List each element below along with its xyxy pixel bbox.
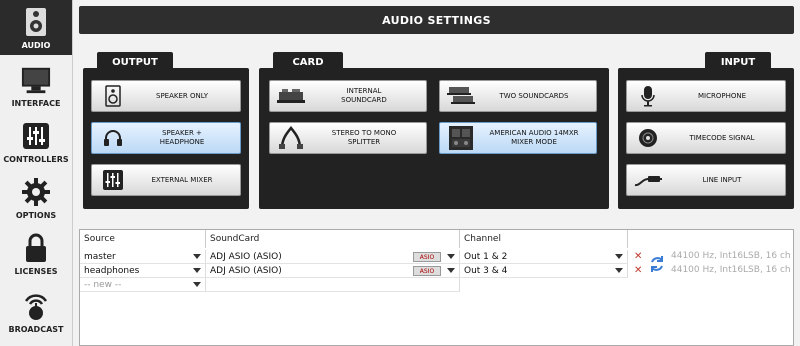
chevron-down-icon bbox=[615, 254, 623, 259]
cable-icon bbox=[633, 168, 663, 192]
microphone-button[interactable]: MICROPHONE bbox=[626, 80, 786, 112]
chevron-down-icon bbox=[615, 268, 623, 273]
button-label: SPEAKER ONLY bbox=[156, 91, 208, 100]
internal-soundcard-button[interactable]: INTERNAL SOUNDCARD bbox=[269, 80, 427, 112]
delete-row-icon[interactable]: ✕ bbox=[634, 265, 642, 276]
timecode-signal-button[interactable]: TIMECODE SIGNAL bbox=[626, 122, 786, 154]
main-content: AUDIO SETTINGS OUTPUT SPEAKER ONLY SPEAK… bbox=[72, 0, 800, 346]
mixer-icon bbox=[98, 168, 128, 192]
button-label: TWO SOUNDCARDS bbox=[499, 91, 569, 100]
sidebar-item-label: AUDIO bbox=[21, 41, 51, 50]
american-audio-14mxr-button[interactable]: AMERICAN AUDIO 14MXR MIXER MODE bbox=[439, 122, 597, 154]
asio-badge: ASIO bbox=[413, 266, 441, 276]
speaker-icon bbox=[21, 6, 51, 38]
mixer-icon bbox=[21, 120, 51, 152]
sidebar-item-label: INTERFACE bbox=[11, 99, 61, 108]
new-source-value: -- new -- bbox=[84, 280, 122, 290]
speaker-headphone-button[interactable]: SPEAKER + HEADPHONE bbox=[91, 122, 241, 154]
page-title: AUDIO SETTINGS bbox=[79, 6, 794, 34]
button-label: AMERICAN AUDIO 14MXR MIXER MODE bbox=[489, 129, 579, 146]
chevron-down-icon bbox=[193, 268, 201, 273]
chevron-down-icon bbox=[447, 254, 455, 259]
external-mixer-button[interactable]: EXTERNAL MIXER bbox=[91, 164, 241, 196]
device-format-info: 44100 Hz, Int16LSB, 16 ch bbox=[671, 251, 791, 261]
button-label: MICROPHONE bbox=[697, 91, 747, 100]
delete-row-icon[interactable]: ✕ bbox=[634, 251, 642, 262]
device-format-info: 44100 Hz, Int16LSB, 16 ch bbox=[671, 265, 791, 275]
column-header-source: Source bbox=[80, 230, 206, 248]
soundcard-value: ADJ ASIO (ASIO) bbox=[210, 266, 282, 276]
chevron-down-icon bbox=[193, 282, 201, 287]
splitter-cable-icon bbox=[276, 126, 306, 150]
sidebar-item-audio[interactable]: AUDIO bbox=[0, 0, 72, 55]
two-soundcards-icon bbox=[446, 84, 476, 108]
chevron-down-icon bbox=[193, 254, 201, 259]
sidebar-item-broadcast[interactable]: BROADCAST bbox=[0, 284, 72, 339]
sidebar-item-controllers[interactable]: CONTROLLERS bbox=[0, 114, 72, 169]
monitor-icon bbox=[21, 64, 51, 96]
button-label: STEREO TO MONO SPLITTER bbox=[331, 129, 397, 146]
channel-select[interactable]: Out 1 & 2 bbox=[460, 250, 628, 264]
channel-value: Out 3 & 4 bbox=[464, 266, 508, 276]
sidebar-item-licenses[interactable]: LICENSES bbox=[0, 226, 72, 281]
sidebar-item-label: CONTROLLERS bbox=[3, 155, 69, 164]
mixer-device-icon bbox=[446, 126, 476, 150]
source-value: headphones bbox=[84, 266, 140, 276]
empty-cell bbox=[206, 278, 460, 292]
soundcard-icon bbox=[276, 84, 306, 108]
column-header-channel: Channel bbox=[460, 230, 628, 248]
soundcard-value: ADJ ASIO (ASIO) bbox=[210, 252, 282, 262]
gear-icon bbox=[21, 176, 51, 208]
sidebar-item-label: OPTIONS bbox=[15, 211, 57, 220]
channel-select[interactable]: Out 3 & 4 bbox=[460, 264, 628, 278]
output-panel: SPEAKER ONLY SPEAKER + HEADPHONE EXTERNA… bbox=[83, 68, 249, 209]
speaker-only-button[interactable]: SPEAKER ONLY bbox=[91, 80, 241, 112]
table-header: Source SoundCard Channel bbox=[80, 230, 793, 248]
stereo-to-mono-splitter-button[interactable]: STEREO TO MONO SPLITTER bbox=[269, 122, 427, 154]
source-select[interactable]: master bbox=[80, 250, 206, 264]
microphone-icon bbox=[633, 84, 663, 108]
chevron-down-icon bbox=[447, 268, 455, 273]
button-label: TIMECODE SIGNAL bbox=[689, 133, 755, 142]
source-value: master bbox=[84, 252, 116, 262]
lock-icon bbox=[21, 232, 51, 264]
sidebar-item-label: BROADCAST bbox=[8, 325, 64, 334]
button-label: EXTERNAL MIXER bbox=[151, 175, 213, 184]
button-label: SPEAKER + HEADPHONE bbox=[159, 129, 205, 146]
new-source-select[interactable]: -- new -- bbox=[80, 278, 206, 292]
device-routing-table: Source SoundCard Channel master ADJ ASIO… bbox=[79, 229, 794, 346]
asio-badge: ASIO bbox=[413, 252, 441, 262]
line-input-button[interactable]: LINE INPUT bbox=[626, 164, 786, 196]
refresh-icon[interactable] bbox=[649, 254, 665, 278]
channel-value: Out 1 & 2 bbox=[464, 252, 508, 262]
input-panel: MICROPHONE TIMECODE SIGNAL LINE INPUT bbox=[618, 68, 794, 209]
headphone-icon bbox=[98, 126, 128, 150]
button-label: LINE INPUT bbox=[702, 175, 742, 184]
source-select[interactable]: headphones bbox=[80, 264, 206, 278]
table-row: headphones ADJ ASIO (ASIO) ASIO Out 3 & … bbox=[80, 264, 793, 278]
soundcard-select[interactable]: ADJ ASIO (ASIO) ASIO bbox=[206, 264, 460, 278]
table-row-new: -- new -- bbox=[80, 278, 793, 292]
vinyl-icon bbox=[633, 126, 663, 150]
two-soundcards-button[interactable]: TWO SOUNDCARDS bbox=[439, 80, 597, 112]
column-header-soundcard: SoundCard bbox=[206, 230, 460, 248]
sidebar-item-options[interactable]: OPTIONS bbox=[0, 170, 72, 225]
soundcard-select[interactable]: ADJ ASIO (ASIO) ASIO bbox=[206, 250, 460, 264]
sidebar-item-label: LICENSES bbox=[14, 267, 58, 276]
button-label: INTERNAL SOUNDCARD bbox=[341, 87, 387, 104]
sidebar: AUDIO INTERFACE CONTROLLERS OPTIONS LICE… bbox=[0, 0, 72, 346]
table-row: master ADJ ASIO (ASIO) ASIO Out 1 & 2 ✕ … bbox=[80, 250, 793, 264]
speaker-icon bbox=[98, 84, 128, 108]
broadcast-icon bbox=[21, 290, 51, 322]
card-panel: INTERNAL SOUNDCARD TWO SOUNDCARDS STEREO… bbox=[259, 68, 609, 209]
sidebar-item-interface[interactable]: INTERFACE bbox=[0, 58, 72, 113]
